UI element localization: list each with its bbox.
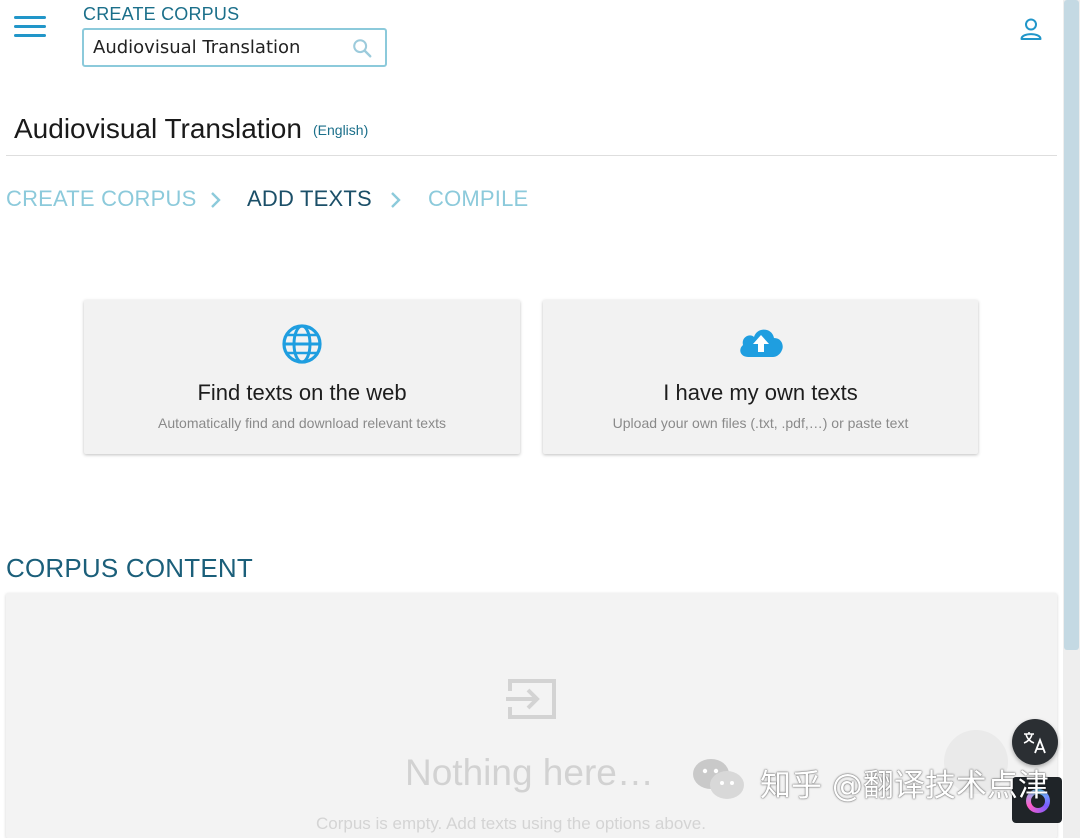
card-title: I have my own texts: [663, 380, 858, 405]
watermark-text: 知乎 @翻译技术点津: [760, 768, 1049, 804]
card-subtitle: Upload your own files (.txt, .pdf,…) or …: [612, 415, 909, 431]
empty-state-title: Nothing here…: [405, 752, 654, 793]
translate-icon: [1023, 732, 1046, 754]
search-input[interactable]: [93, 30, 343, 65]
step-add-texts[interactable]: ADD TEXTS: [247, 186, 372, 212]
user-account-icon[interactable]: [1018, 16, 1044, 42]
globe-icon: [282, 324, 322, 364]
translate-button[interactable]: [1012, 719, 1058, 765]
card-title: Find texts on the web: [197, 380, 407, 405]
chevron-right-icon: [391, 192, 401, 208]
chevron-right-icon: [211, 192, 221, 208]
header-title: CREATE CORPUS: [83, 4, 240, 24]
find-texts-on-web-card[interactable]: Find texts on the web Automatically find…: [84, 300, 520, 454]
search-icon[interactable]: [351, 37, 373, 59]
scrollbar-thumb[interactable]: [1064, 0, 1079, 650]
step-create-corpus[interactable]: CREATE CORPUS: [6, 186, 196, 212]
cloud-upload-icon: [739, 329, 783, 357]
import-icon: [506, 679, 556, 719]
language-label: (English): [313, 122, 369, 138]
card-subtitle: Automatically find and download relevant…: [158, 415, 446, 431]
wechat-icon: [693, 759, 744, 799]
own-texts-card[interactable]: I have my own texts Upload your own file…: [543, 300, 978, 454]
page-title: Audiovisual Translation: [14, 113, 302, 144]
step-compile[interactable]: COMPILE: [428, 186, 528, 212]
menu-icon[interactable]: [14, 16, 46, 42]
empty-state-subtitle: Corpus is empty. Add texts using the opt…: [316, 814, 706, 833]
corpus-content-heading: CORPUS CONTENT: [6, 553, 253, 583]
search-field[interactable]: [82, 28, 387, 67]
divider: [6, 155, 1057, 156]
